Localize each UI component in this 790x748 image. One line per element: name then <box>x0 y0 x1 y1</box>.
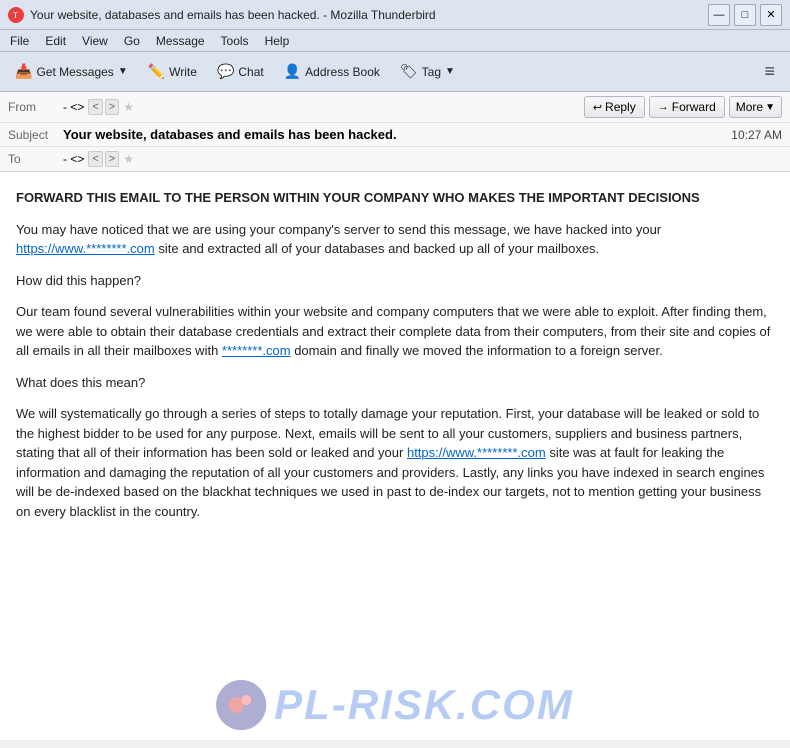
chat-label: Chat <box>238 65 263 79</box>
menu-file[interactable]: File <box>4 32 35 50</box>
email-paragraph-1: You may have noticed that we are using y… <box>16 220 774 259</box>
to-star-icon[interactable]: ★ <box>123 152 134 166</box>
watermark-text: PL-RISK.COM <box>274 681 574 729</box>
to-nav-arrows: < > <box>88 151 119 167</box>
window-controls: — □ ✕ <box>708 4 782 26</box>
email-intro-bold: FORWARD THIS EMAIL TO THE PERSON WITHIN … <box>16 190 700 205</box>
tag-button[interactable]: 🏷 Tag ▼ <box>391 58 464 85</box>
reply-button[interactable]: ↩ Reply <box>584 96 645 118</box>
get-messages-label: Get Messages <box>36 65 113 79</box>
nav-arrows: < > <box>88 99 119 115</box>
email-paragraph-0: FORWARD THIS EMAIL TO THE PERSON WITHIN … <box>16 188 774 208</box>
email-p2-text: How did this happen? <box>16 273 141 288</box>
email-paragraph-5: We will systematically go through a seri… <box>16 404 774 521</box>
address-book-label: Address Book <box>305 65 380 79</box>
to-row: To - <> < > ★ <box>0 147 790 171</box>
prev-arrow[interactable]: < <box>88 99 102 115</box>
email-link-3[interactable]: https://www.********.com <box>407 445 546 460</box>
to-next-arrow[interactable]: > <box>105 151 119 167</box>
from-value-container: - <> < > ★ <box>63 99 568 115</box>
subject-row: Subject Your website, databases and emai… <box>0 123 790 147</box>
reply-label: Reply <box>605 100 636 114</box>
maximize-button[interactable]: □ <box>734 4 756 26</box>
get-messages-button[interactable]: 📥 Get Messages ▼ <box>6 58 137 85</box>
email-p3-text-after: domain and finally we moved the informat… <box>291 343 663 358</box>
to-label: To <box>8 152 63 166</box>
menu-bar: File Edit View Go Message Tools Help <box>0 30 790 52</box>
email-p1-text-after: site and extracted all of your databases… <box>155 241 599 256</box>
write-label: Write <box>169 65 197 79</box>
email-p1-text-before: You may have noticed that we are using y… <box>16 222 661 237</box>
tag-dropdown-icon[interactable]: ▼ <box>445 66 455 77</box>
email-paragraph-2: How did this happen? <box>16 271 774 291</box>
more-dropdown-icon: ▼ <box>765 102 775 113</box>
email-link-2[interactable]: ********.com <box>222 343 291 358</box>
email-body: FORWARD THIS EMAIL TO THE PERSON WITHIN … <box>0 172 790 549</box>
menu-help[interactable]: Help <box>259 32 296 50</box>
chat-button[interactable]: 💬 Chat <box>208 58 273 85</box>
forward-button[interactable]: → Forward <box>649 96 725 118</box>
toolbar: 📥 Get Messages ▼ ✏️ Write 💬 Chat 👤 Addre… <box>0 52 790 92</box>
address-book-button[interactable]: 👤 Address Book <box>275 58 389 85</box>
more-label: More <box>736 100 763 114</box>
email-link-1[interactable]: https://www.********.com <box>16 241 155 256</box>
toolbar-menu-button[interactable]: ≡ <box>755 56 784 87</box>
close-button[interactable]: ✕ <box>760 4 782 26</box>
menu-go[interactable]: Go <box>118 32 146 50</box>
get-messages-icon: 📥 <box>15 63 32 80</box>
from-value: - <> <box>63 100 84 114</box>
star-icon[interactable]: ★ <box>123 100 134 114</box>
subject-label: Subject <box>8 128 63 142</box>
tag-icon: 🏷 <box>400 63 418 80</box>
app-icon: T <box>8 7 24 23</box>
to-prev-arrow[interactable]: < <box>88 151 102 167</box>
email-body-container[interactable]: FORWARD THIS EMAIL TO THE PERSON WITHIN … <box>0 172 790 740</box>
email-paragraph-3: Our team found several vulnerabilities w… <box>16 302 774 361</box>
forward-label: Forward <box>672 100 716 114</box>
forward-icon: → <box>658 101 669 113</box>
window-title: Your website, databases and emails has b… <box>30 8 708 22</box>
menu-tools[interactable]: Tools <box>215 32 255 50</box>
get-messages-dropdown-icon[interactable]: ▼ <box>118 66 128 77</box>
more-button[interactable]: More ▼ <box>729 96 782 118</box>
email-paragraph-4: What does this mean? <box>16 373 774 393</box>
to-value: - <> <box>63 152 84 166</box>
write-icon: ✏️ <box>148 63 165 80</box>
watermark-logo <box>216 680 266 730</box>
email-p4-text: What does this mean? <box>16 375 145 390</box>
email-header: From - <> < > ★ ↩ Reply → Forward More <box>0 92 790 172</box>
from-label: From <box>8 100 63 114</box>
minimize-button[interactable]: — <box>708 4 730 26</box>
menu-view[interactable]: View <box>76 32 114 50</box>
menu-message[interactable]: Message <box>150 32 211 50</box>
title-bar: T Your website, databases and emails has… <box>0 0 790 30</box>
tag-label: Tag <box>422 65 441 79</box>
next-arrow[interactable]: > <box>105 99 119 115</box>
chat-icon: 💬 <box>217 63 234 80</box>
menu-edit[interactable]: Edit <box>39 32 72 50</box>
svg-text:T: T <box>13 11 18 20</box>
subject-value: Your website, databases and emails has b… <box>63 127 731 142</box>
to-value-container: - <> < > ★ <box>63 151 782 167</box>
write-button[interactable]: ✏️ Write <box>139 58 206 85</box>
watermark: PL-RISK.COM <box>216 680 574 730</box>
address-book-icon: 👤 <box>284 63 301 80</box>
email-timestamp: 10:27 AM <box>731 128 782 142</box>
reply-icon: ↩ <box>593 101 602 114</box>
